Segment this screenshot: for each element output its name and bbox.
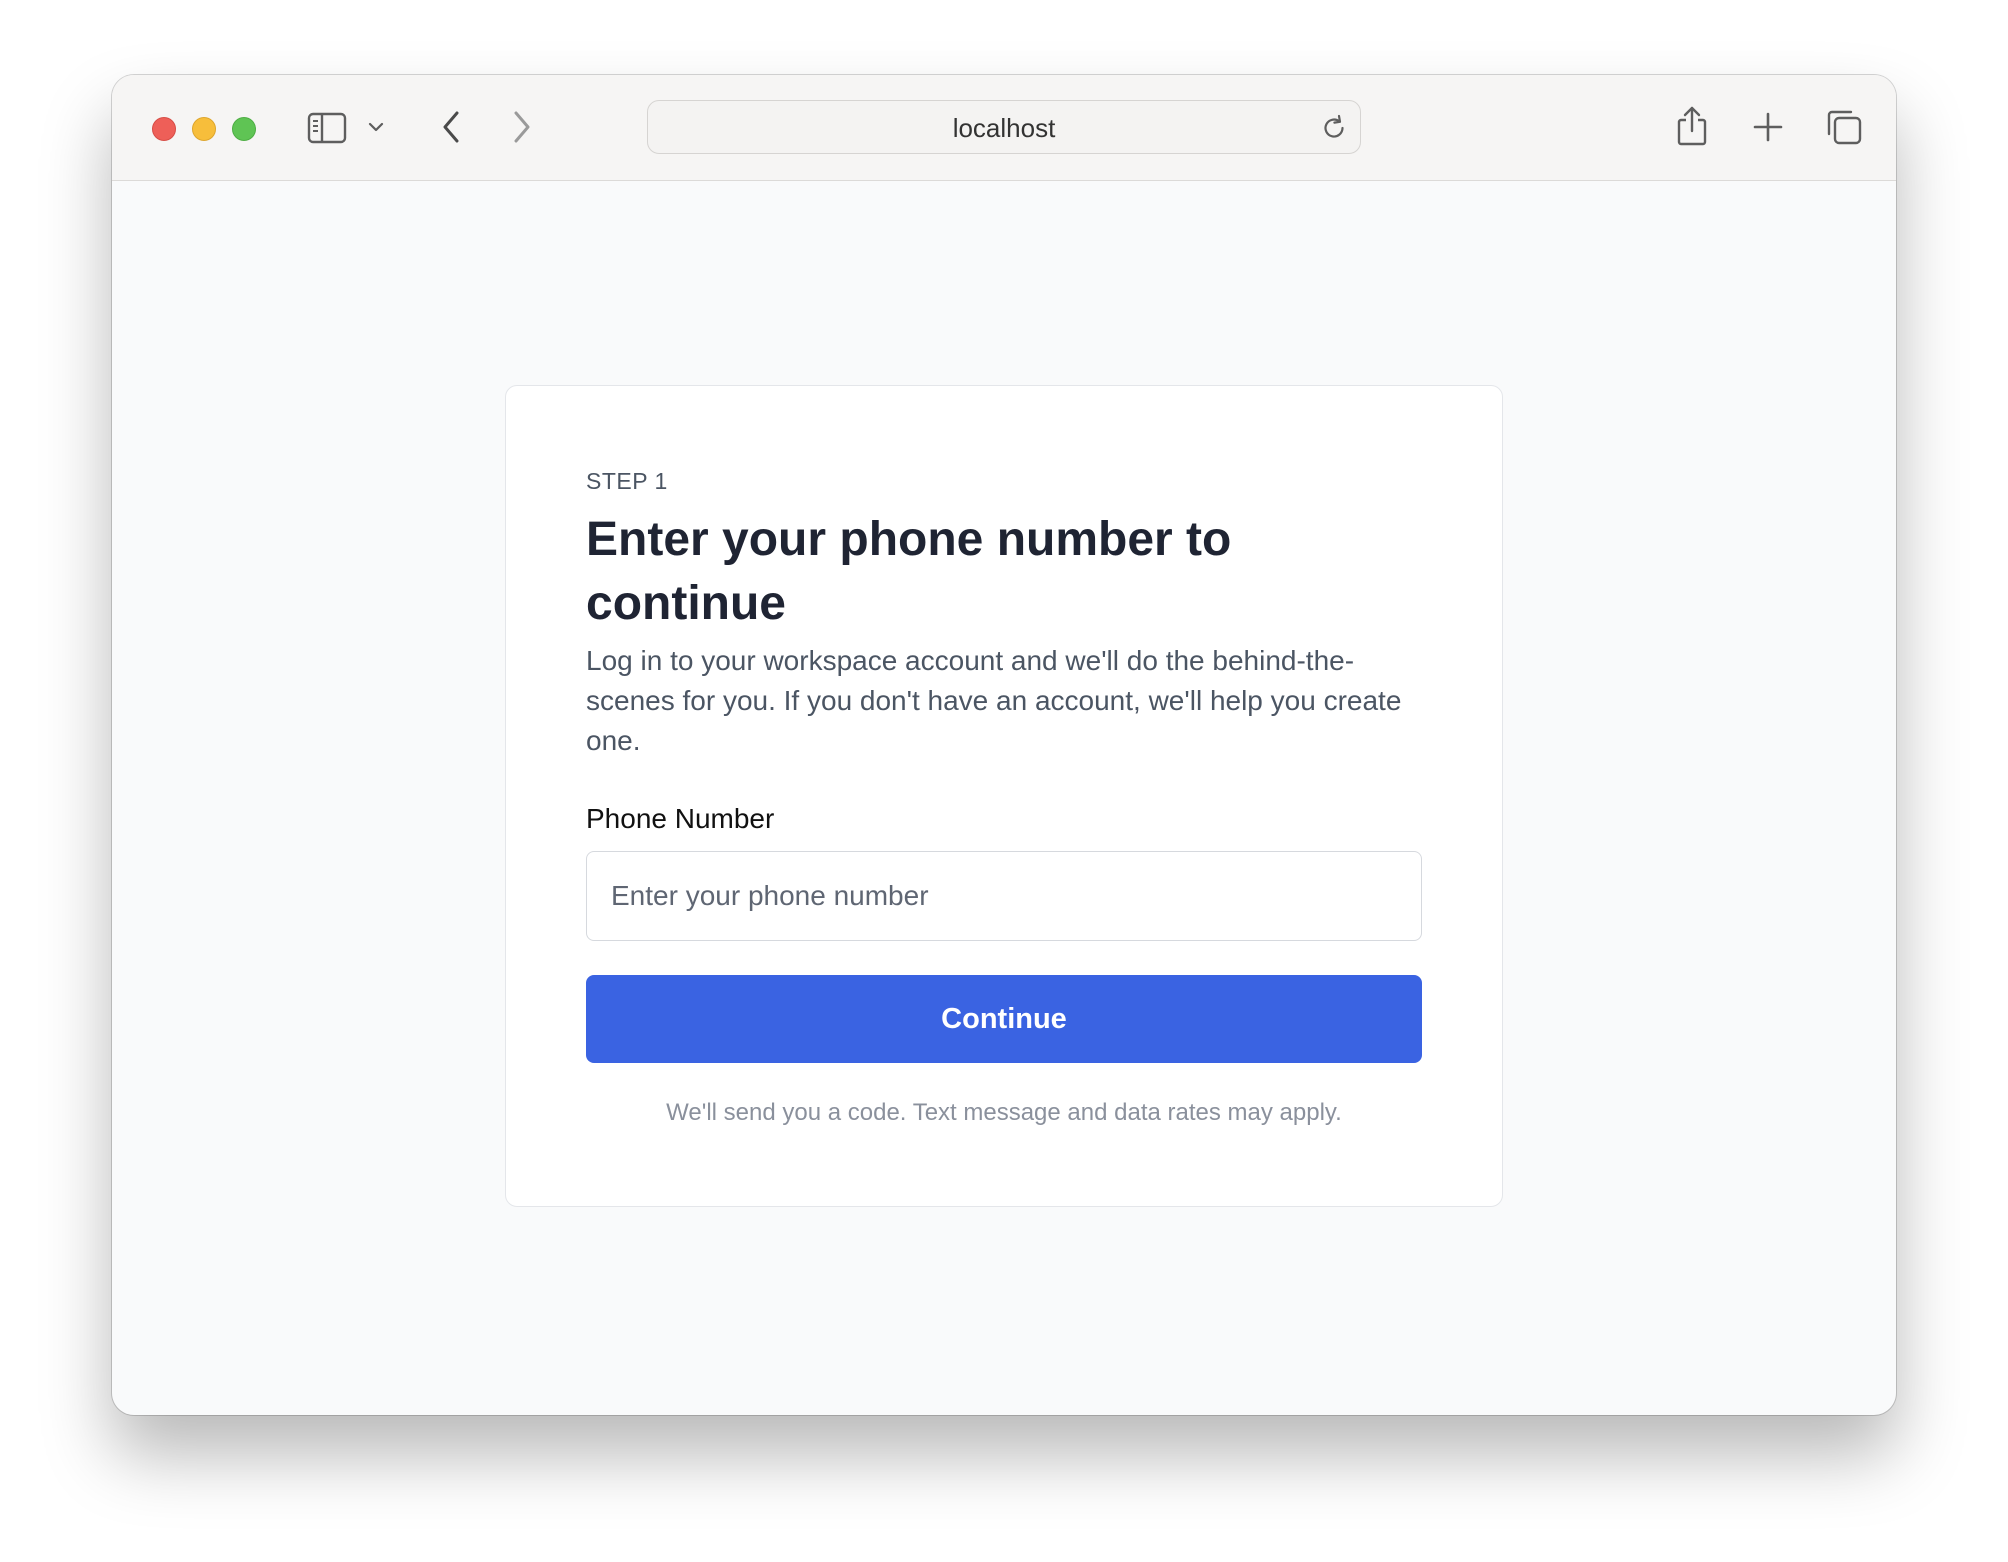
address-url: localhost — [952, 113, 1056, 143]
back-button[interactable] — [434, 107, 468, 147]
chevron-down-icon — [368, 122, 384, 132]
minimize-window-button[interactable] — [192, 117, 216, 141]
login-card: STEP 1 Enter your phone number to contin… — [505, 385, 1503, 1207]
share-icon — [1677, 106, 1707, 146]
close-window-button[interactable] — [152, 117, 176, 141]
phone-number-input[interactable] — [586, 851, 1422, 941]
sidebar-menu-button[interactable] — [364, 115, 388, 139]
new-tab-button[interactable] — [1750, 109, 1786, 145]
chevron-right-icon — [514, 111, 530, 143]
browser-window: localhost STEP 1 Enter your phone number… — [112, 75, 1896, 1415]
reload-button[interactable] — [1318, 112, 1350, 144]
plus-icon — [1753, 112, 1783, 142]
sms-disclaimer: We'll send you a code. Text message and … — [666, 1099, 1342, 1126]
sidebar-icon — [307, 112, 347, 144]
phone-number-label: Phone Number — [586, 803, 775, 834]
page-description: Log in to your workspace account and we'… — [586, 645, 1402, 756]
tabs-icon — [1827, 110, 1862, 145]
continue-button[interactable]: Continue — [586, 975, 1422, 1063]
chevron-left-icon — [443, 111, 459, 143]
forward-button[interactable] — [505, 107, 539, 147]
reload-icon — [1324, 114, 1344, 138]
share-button[interactable] — [1672, 103, 1712, 149]
browser-toolbar: localhost — [112, 75, 1896, 181]
tab-overview-button[interactable] — [1824, 107, 1864, 147]
sidebar-toggle-button[interactable] — [306, 110, 348, 146]
step-label: STEP 1 — [586, 468, 668, 494]
page-title: Enter your phone number to continue — [586, 513, 1232, 630]
maximize-window-button[interactable] — [232, 117, 256, 141]
address-bar[interactable]: localhost — [647, 100, 1361, 154]
screenshot-stage: localhost STEP 1 Enter your phone number… — [0, 0, 2008, 1562]
